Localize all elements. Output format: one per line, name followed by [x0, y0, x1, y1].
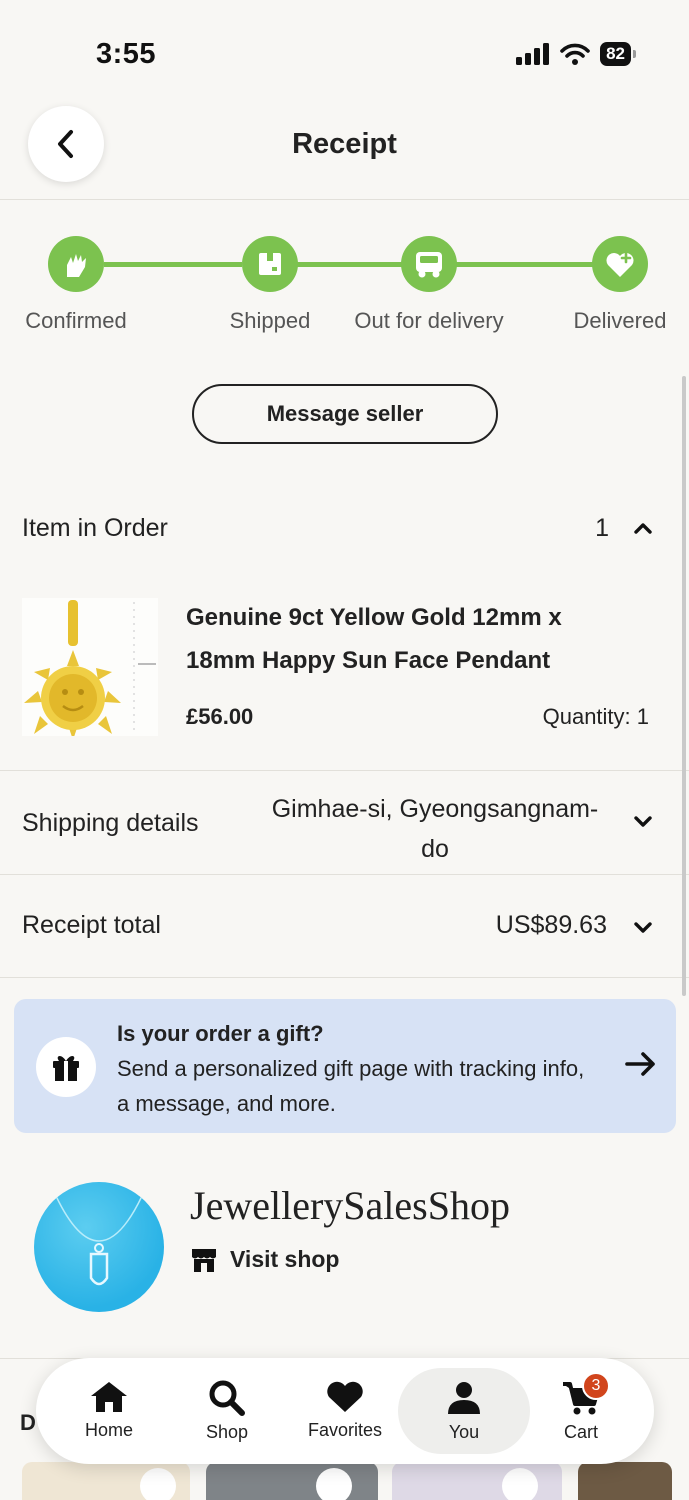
- product-thumbnail[interactable]: [206, 1462, 378, 1500]
- search-icon: [209, 1380, 245, 1416]
- item-price: £56.00: [186, 704, 254, 729]
- receipt-total-row[interactable]: Receipt total US$89.63: [0, 874, 689, 978]
- item-title[interactable]: Genuine 9ct Yellow Gold 12mm x 18mm Happ…: [186, 596, 606, 682]
- receipt-total-label: Receipt total: [22, 911, 161, 939]
- gift-title: Is your order a gift?: [117, 1021, 324, 1046]
- nav-item-shop[interactable]: Shop: [172, 1368, 282, 1454]
- product-thumbnail[interactable]: [22, 1462, 190, 1500]
- track-step-label: Out for delivery: [354, 308, 504, 333]
- product-thumbnail[interactable]: [578, 1462, 672, 1500]
- status-icons: 82: [516, 42, 636, 66]
- section-heading-peek: D: [20, 1410, 36, 1435]
- chevron-down-icon: [634, 816, 652, 827]
- shop-name[interactable]: JewellerySalesShop: [190, 1182, 510, 1229]
- heart-outline-icon[interactable]: [314, 1466, 354, 1500]
- shipping-details-row[interactable]: Shipping details Gimhae-si, Gyeongsangna…: [0, 770, 689, 874]
- track-step-label: Shipped: [229, 308, 311, 333]
- recommendation-thumbnails: [0, 1462, 689, 1500]
- shipping-address: Gimhae-si, Gyeongsangnam- do: [250, 789, 620, 869]
- nav-label: Cart: [563, 1422, 598, 1442]
- wifi-icon: [560, 43, 590, 65]
- signal-icon: [516, 43, 550, 65]
- order-progress-tracker: Confirmed Shipped Out for delivery Deliv…: [0, 236, 689, 356]
- heart-check-icon: [592, 236, 648, 292]
- item-in-order-header[interactable]: Item in Order 1: [22, 506, 653, 550]
- nav-label: You: [448, 1422, 480, 1442]
- truck-icon: [401, 236, 457, 292]
- track-step-delivered: Delivered: [566, 236, 674, 334]
- receipt-total-value: US$89.63: [495, 911, 607, 939]
- gift-icon: [36, 1037, 96, 1097]
- shipping-address-line: do: [421, 835, 449, 863]
- chevron-up-icon: [634, 523, 652, 534]
- shop-avatar[interactable]: [34, 1182, 164, 1312]
- scrollbar[interactable]: [682, 376, 686, 996]
- arrow-right-icon[interactable]: [624, 1049, 658, 1079]
- item-quantity: Quantity: 1: [542, 704, 649, 729]
- item-in-order-label: Item in Order: [22, 513, 168, 542]
- item-title-line: Genuine 9ct Yellow Gold 12mm x: [186, 604, 562, 631]
- hand-heart-icon: [48, 236, 104, 292]
- status-bar: 3:55 82: [0, 0, 689, 100]
- item-count: 1: [595, 513, 609, 542]
- nav-label: Shop: [205, 1422, 249, 1442]
- message-seller-button[interactable]: Message seller: [192, 384, 498, 444]
- nav-item-cart[interactable]: Cart 3: [526, 1368, 636, 1454]
- shipping-address-line: Gimhae-si, Gyeongsangnam-: [271, 795, 599, 823]
- visit-shop-link[interactable]: Visit shop: [190, 1246, 340, 1273]
- person-icon: [448, 1382, 480, 1414]
- item-title-line: 18mm Happy Sun Face Pendant: [186, 647, 551, 674]
- heart-icon: [327, 1381, 363, 1412]
- status-time: 3:55: [96, 38, 157, 70]
- item-in-order-toggle[interactable]: 1: [595, 514, 653, 543]
- visit-shop-label: Visit shop: [230, 1246, 340, 1272]
- heart-outline-icon[interactable]: [138, 1466, 178, 1500]
- gift-description: Send a personalized gift page with track…: [117, 1056, 585, 1116]
- heart-outline-icon[interactable]: [500, 1466, 540, 1500]
- track-step-label: Delivered: [573, 308, 667, 333]
- nav-label: Favorites: [307, 1420, 383, 1440]
- track-step-confirmed: Confirmed: [20, 236, 132, 334]
- home-icon: [91, 1382, 127, 1412]
- chevron-down-icon: [634, 922, 652, 933]
- sun-pendant-image: [22, 598, 158, 740]
- shipping-details-label: Shipping details: [22, 809, 199, 837]
- storefront-icon: [192, 1248, 216, 1272]
- product-thumbnail[interactable]: [392, 1462, 562, 1500]
- order-item[interactable]: Genuine 9ct Yellow Gold 12mm x 18mm Happ…: [22, 596, 649, 740]
- track-step-out-for-delivery: Out for delivery: [348, 236, 510, 334]
- nav-item-home[interactable]: Home: [54, 1368, 164, 1454]
- gift-banner[interactable]: Is your order a gift? Send a personalize…: [14, 999, 676, 1133]
- track-step-label: Confirmed: [25, 308, 127, 333]
- track-step-shipped: Shipped: [214, 236, 326, 334]
- battery-indicator: 82: [600, 42, 636, 66]
- necklace-image: [55, 1195, 143, 1286]
- header: Receipt: [0, 100, 689, 200]
- page-title: Receipt: [292, 128, 397, 160]
- item-thumbnail[interactable]: [22, 598, 158, 740]
- nav-item-you[interactable]: You: [398, 1368, 530, 1454]
- bottom-nav: Home Shop Favorites You Cart 3: [36, 1358, 654, 1464]
- cart-badge: 3: [582, 1372, 610, 1400]
- nav-label: Home: [84, 1420, 133, 1440]
- nav-item-favorites[interactable]: Favorites: [290, 1368, 400, 1454]
- box-icon: [242, 236, 298, 292]
